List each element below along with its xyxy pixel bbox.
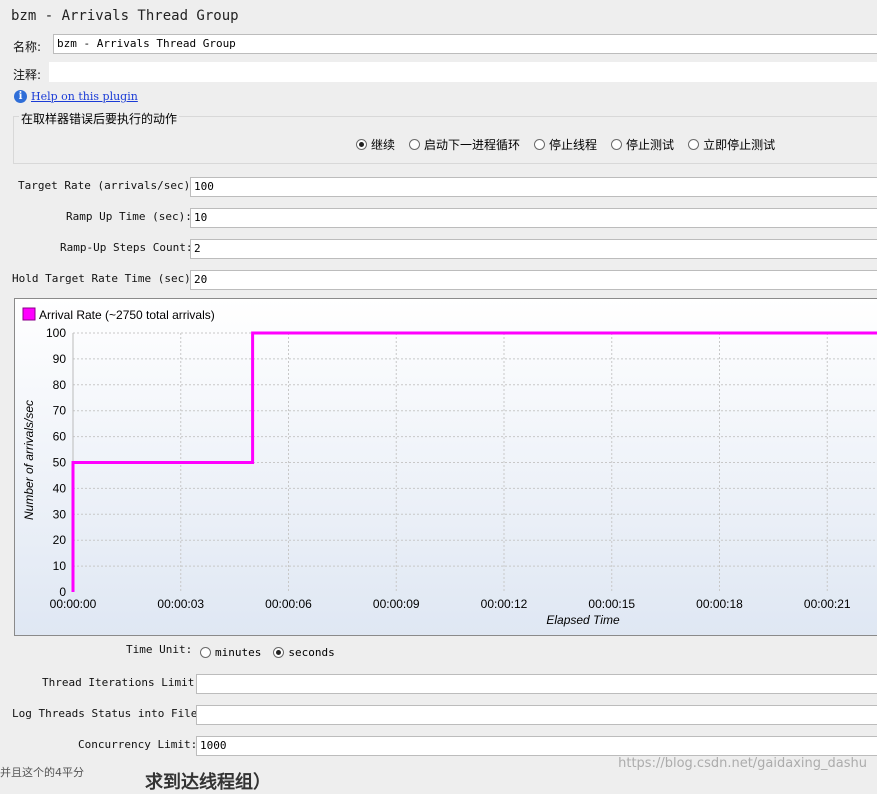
y-tick-label: 40 xyxy=(53,481,67,495)
y-tick-label: 30 xyxy=(53,507,67,521)
watermark: https://blog.csdn.net/gaidaxing_dashu xyxy=(618,756,867,771)
legend-swatch xyxy=(22,307,36,321)
x-tick-label: 00:00:06 xyxy=(265,597,312,611)
x-tick-label: 00:00:03 xyxy=(157,597,204,611)
sampler-error-title: 在取样器错误后要执行的动作 xyxy=(19,110,180,127)
radio-seconds[interactable]: seconds xyxy=(273,646,335,659)
log-status-label: Log Threads Status into File: xyxy=(12,707,205,720)
radio-button-icon[interactable] xyxy=(534,139,546,150)
x-tick-label: 00:00:18 xyxy=(696,597,743,611)
radio-continue[interactable]: 继续 xyxy=(356,136,395,153)
ramp-up-time-label: Ramp Up Time (sec): xyxy=(66,210,192,223)
concurrency-field[interactable]: 1000 xyxy=(196,736,877,756)
arrival-rate-chart: Arrival Rate (~2750 total arrivals) Numb… xyxy=(14,298,877,636)
ramp-up-time-field[interactable]: 10 xyxy=(190,208,877,228)
y-tick-label: 70 xyxy=(53,404,67,418)
footer-left-fragment: 并且这个的4平分 xyxy=(0,766,84,779)
y-axis-label: Number of arrivals/sec xyxy=(22,400,36,520)
y-tick-label: 90 xyxy=(53,352,67,366)
chart-svg: Arrival Rate (~2750 total arrivals) Numb… xyxy=(15,299,877,635)
comment-field[interactable] xyxy=(49,62,877,82)
y-tick-label: 100 xyxy=(46,326,66,340)
x-tick-label: 00:00:00 xyxy=(50,597,97,611)
y-tick-label: 10 xyxy=(53,559,67,573)
x-tick-label: 00:00:21 xyxy=(804,597,851,611)
radio-button-icon[interactable] xyxy=(688,139,700,150)
concurrency-label: Concurrency Limit: xyxy=(78,738,198,751)
radio-start-next-loop[interactable]: 启动下一进程循环 xyxy=(409,136,520,153)
ramp-up-steps-field[interactable]: 2 xyxy=(190,239,877,259)
y-tick-label: 20 xyxy=(53,533,67,547)
y-tick-label: 60 xyxy=(53,430,67,444)
radio-stop-test[interactable]: 停止测试 xyxy=(611,136,674,153)
comment-label: 注释: xyxy=(13,68,42,82)
iterations-limit-label: Thread Iterations Limit: xyxy=(42,676,201,689)
help-row: i Help on this plugin xyxy=(14,90,138,103)
help-link[interactable]: Help on this plugin xyxy=(31,90,138,103)
iterations-limit-field[interactable] xyxy=(196,674,877,694)
x-axis-label: Elapsed Time xyxy=(546,613,620,627)
target-rate-field[interactable]: 100 xyxy=(190,177,877,197)
radio-button-icon[interactable] xyxy=(611,139,623,150)
y-tick-label: 50 xyxy=(53,456,67,470)
ramp-up-steps-label: Ramp-Up Steps Count: xyxy=(60,241,193,254)
log-status-field[interactable] xyxy=(196,705,877,725)
y-tick-label: 80 xyxy=(53,378,67,392)
footer-heading-fragment: 求到达线程组） xyxy=(145,772,271,793)
time-unit-options: minutes seconds xyxy=(200,646,335,659)
target-rate-label: Target Rate (arrivals/sec): xyxy=(18,179,197,192)
x-tick-label: 00:00:15 xyxy=(588,597,635,611)
hold-time-label: Hold Target Rate Time (sec): xyxy=(12,272,198,285)
radio-stop-test-now[interactable]: 立即停止测试 xyxy=(688,136,775,153)
radio-button-icon[interactable] xyxy=(409,139,421,150)
legend-label: Arrival Rate (~2750 total arrivals) xyxy=(39,308,215,322)
name-field[interactable]: bzm - Arrivals Thread Group xyxy=(53,34,877,54)
radio-minutes[interactable]: minutes xyxy=(200,646,261,659)
sampler-error-options: 继续 启动下一进程循环 停止线程 停止测试 立即停止测试 xyxy=(356,136,775,153)
chart-background xyxy=(15,299,877,635)
time-unit-label: Time Unit: xyxy=(126,643,193,656)
radio-button-icon[interactable] xyxy=(273,647,285,658)
radio-stop-thread[interactable]: 停止线程 xyxy=(534,136,597,153)
hold-time-field[interactable]: 20 xyxy=(190,270,877,290)
radio-button-icon[interactable] xyxy=(200,647,211,658)
x-tick-label: 00:00:09 xyxy=(373,597,420,611)
radio-button-icon[interactable] xyxy=(356,139,367,150)
info-icon: i xyxy=(14,90,27,103)
window-title: bzm - Arrivals Thread Group xyxy=(11,8,239,24)
name-label: 名称: xyxy=(13,40,42,54)
x-tick-label: 00:00:12 xyxy=(481,597,528,611)
